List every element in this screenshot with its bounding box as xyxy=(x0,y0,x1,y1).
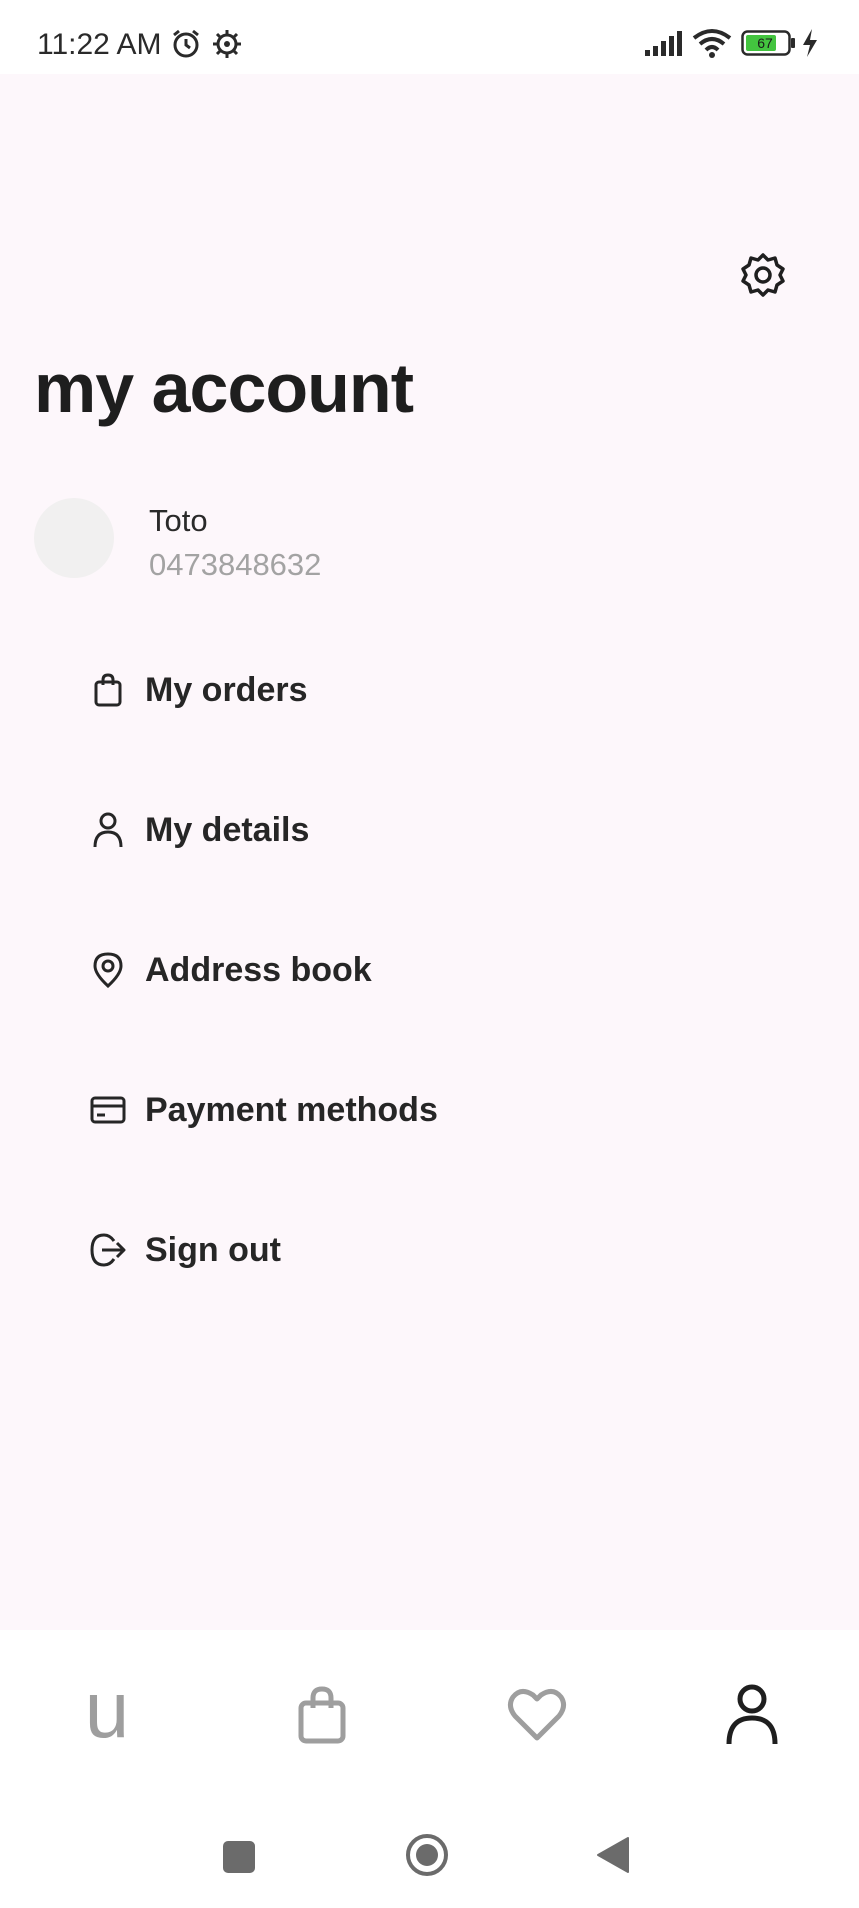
status-bar: 11:22 AM 67 xyxy=(0,0,859,74)
page-title: my account xyxy=(34,349,414,427)
settings-button[interactable] xyxy=(738,250,788,300)
gear-icon xyxy=(741,253,785,297)
status-time: 11:22 AM xyxy=(37,28,162,61)
nav-favorites[interactable] xyxy=(502,1680,572,1750)
menu-item-label: Payment methods xyxy=(145,1090,438,1129)
back-triangle-icon[interactable] xyxy=(596,1836,630,1879)
home-logo: u xyxy=(84,1665,130,1754)
bag-icon xyxy=(298,1686,346,1744)
person-icon xyxy=(88,810,128,850)
nav-home[interactable]: u xyxy=(72,1665,142,1754)
menu-item-label: Sign out xyxy=(145,1230,281,1269)
person-icon xyxy=(726,1684,778,1745)
wifi-icon xyxy=(692,28,732,63)
menu-item-my-details[interactable]: My details xyxy=(88,795,788,865)
recents-square-icon[interactable] xyxy=(222,1840,256,1879)
menu-item-label: My orders xyxy=(145,670,308,709)
avatar xyxy=(34,498,114,578)
menu-item-payment-methods[interactable]: Payment methods xyxy=(88,1075,788,1145)
nav-account[interactable] xyxy=(717,1680,787,1750)
nav-bag[interactable] xyxy=(287,1680,357,1750)
settings-status-icon xyxy=(211,28,243,65)
home-circle-icon[interactable] xyxy=(404,1832,450,1883)
user-phone: 0473848632 xyxy=(149,547,322,582)
sign-out-icon xyxy=(88,1230,128,1270)
location-pin-icon xyxy=(88,950,128,990)
menu-item-my-orders[interactable]: My orders xyxy=(88,655,788,725)
signal-icon xyxy=(644,28,684,63)
menu-item-sign-out[interactable]: Sign out xyxy=(88,1215,788,1285)
charging-icon xyxy=(801,28,819,63)
menu-item-label: Address book xyxy=(145,950,372,989)
credit-card-icon xyxy=(88,1090,128,1130)
menu-item-address-book[interactable]: Address book xyxy=(88,935,788,1005)
menu-item-label: My details xyxy=(145,810,310,849)
shopping-bag-icon xyxy=(88,670,128,710)
user-name: Toto xyxy=(149,503,208,538)
battery-level: 67 xyxy=(757,35,773,51)
alarm-icon xyxy=(170,28,202,65)
battery-icon: 67 xyxy=(741,30,797,61)
heart-icon xyxy=(507,1689,567,1741)
